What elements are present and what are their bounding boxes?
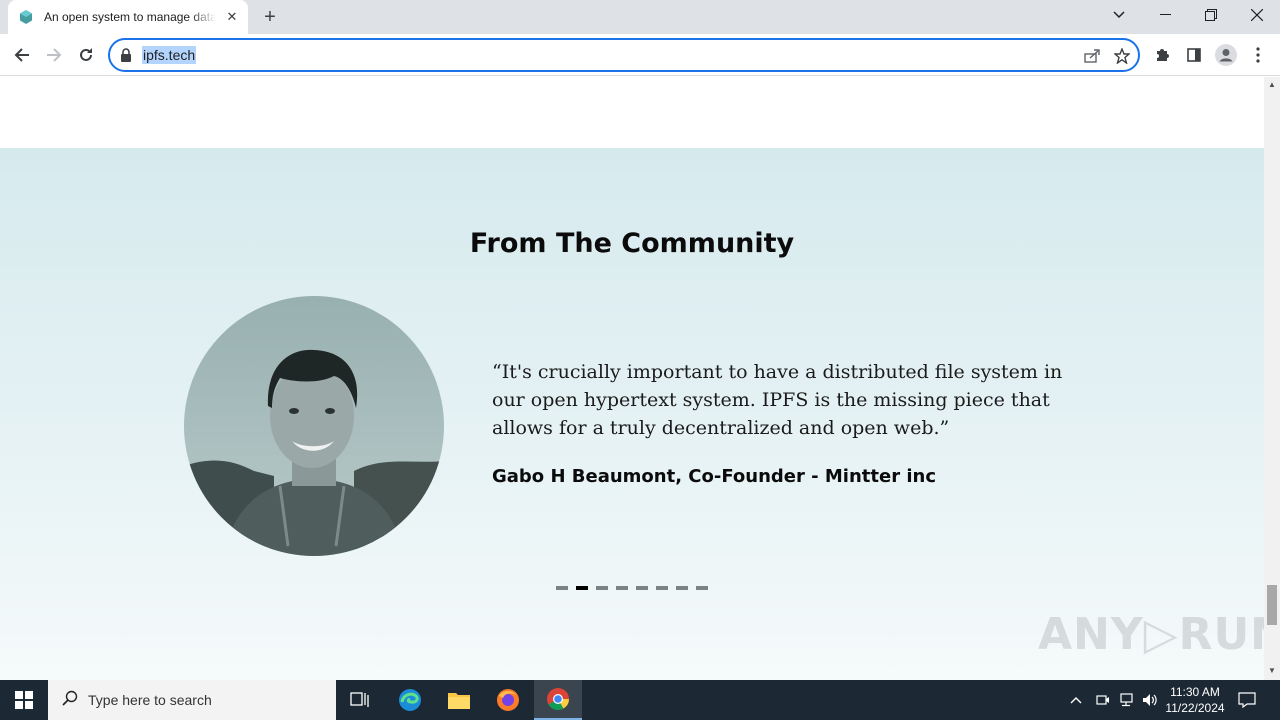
watermark-logo: ANY▷RUN <box>1038 609 1264 660</box>
page-scrollbar[interactable]: ▲ ▼ <box>1264 77 1280 680</box>
scroll-down-icon[interactable]: ▼ <box>1268 667 1276 675</box>
bookmark-star-icon[interactable] <box>1112 46 1132 66</box>
lock-icon[interactable] <box>120 48 134 62</box>
tab-strip: An open system to manage data ✕ + <box>0 0 1280 34</box>
carousel-dot[interactable] <box>556 586 568 590</box>
scroll-thumb[interactable] <box>1267 585 1277 625</box>
search-icon <box>62 690 78 711</box>
forward-arrow-icon[interactable] <box>41 42 67 68</box>
tab-search-chevron-icon[interactable] <box>1096 0 1142 30</box>
scroll-up-icon[interactable]: ▲ <box>1268 81 1276 89</box>
menu-kebab-icon[interactable] <box>1245 42 1271 68</box>
carousel-dots <box>556 586 708 590</box>
meet-now-icon[interactable] <box>1096 680 1110 720</box>
notifications-icon[interactable] <box>1238 680 1256 720</box>
carousel-dot[interactable] <box>596 586 608 590</box>
tray-chevron-icon[interactable] <box>1070 680 1082 720</box>
clock-date: 11/22/2024 <box>1165 701 1225 715</box>
new-tab-button[interactable]: + <box>258 5 282 29</box>
network-icon[interactable] <box>1118 680 1134 720</box>
clock-time: 11:30 AM <box>1170 685 1220 699</box>
testimonial-author: Gabo H Beaumont, Co-Founder - Mintter in… <box>492 466 936 487</box>
side-panel-icon[interactable] <box>1181 42 1207 68</box>
carousel-dot[interactable] <box>576 586 588 590</box>
carousel-dot[interactable] <box>636 586 648 590</box>
minimize-icon[interactable] <box>1142 0 1188 30</box>
back-arrow-icon[interactable] <box>9 42 35 68</box>
carousel-dot[interactable] <box>616 586 628 590</box>
profile-avatar-icon[interactable] <box>1213 42 1239 68</box>
extensions-puzzle-icon[interactable] <box>1149 42 1175 68</box>
restore-icon[interactable] <box>1188 0 1234 30</box>
testimonial-quote: “It's crucially important to have a dist… <box>492 361 1063 439</box>
carousel-dot[interactable] <box>676 586 688 590</box>
share-icon[interactable] <box>1082 46 1102 66</box>
system-clock[interactable]: 11:30 AM 11/22/2024 <box>1160 684 1230 716</box>
url-text[interactable]: ipfs.tech <box>142 46 197 64</box>
carousel-dot[interactable] <box>656 586 668 590</box>
task-view-icon[interactable] <box>336 680 384 720</box>
carousel-dot[interactable] <box>696 586 708 590</box>
volume-icon[interactable] <box>1142 680 1158 720</box>
browser-toolbar: ipfs.tech <box>0 34 1280 76</box>
file-explorer-icon[interactable] <box>435 680 483 720</box>
firefox-icon[interactable] <box>484 680 532 720</box>
community-section: From The Community “It's crucially impor… <box>0 148 1264 680</box>
reload-icon[interactable] <box>73 42 99 68</box>
tab-close-icon[interactable]: ✕ <box>224 9 240 25</box>
windows-start-icon[interactable] <box>0 680 48 720</box>
chrome-icon[interactable] <box>534 680 582 720</box>
page-viewport: From The Community “It's crucially impor… <box>0 77 1264 680</box>
tab-title: An open system to manage data <box>44 10 216 24</box>
windows-taskbar: Type here to search 11:30 AM 11/22/2024 <box>0 680 1280 720</box>
edge-browser-icon[interactable] <box>386 680 434 720</box>
address-bar[interactable]: ipfs.tech <box>108 38 1140 72</box>
close-window-icon[interactable] <box>1234 0 1280 30</box>
ipfs-cube-icon <box>18 9 34 25</box>
search-placeholder: Type here to search <box>88 692 212 708</box>
section-heading: From The Community <box>469 228 795 259</box>
testimonial-photo <box>184 296 444 556</box>
taskbar-search-box[interactable]: Type here to search <box>48 680 336 720</box>
browser-tab[interactable]: An open system to manage data ✕ <box>8 0 248 34</box>
